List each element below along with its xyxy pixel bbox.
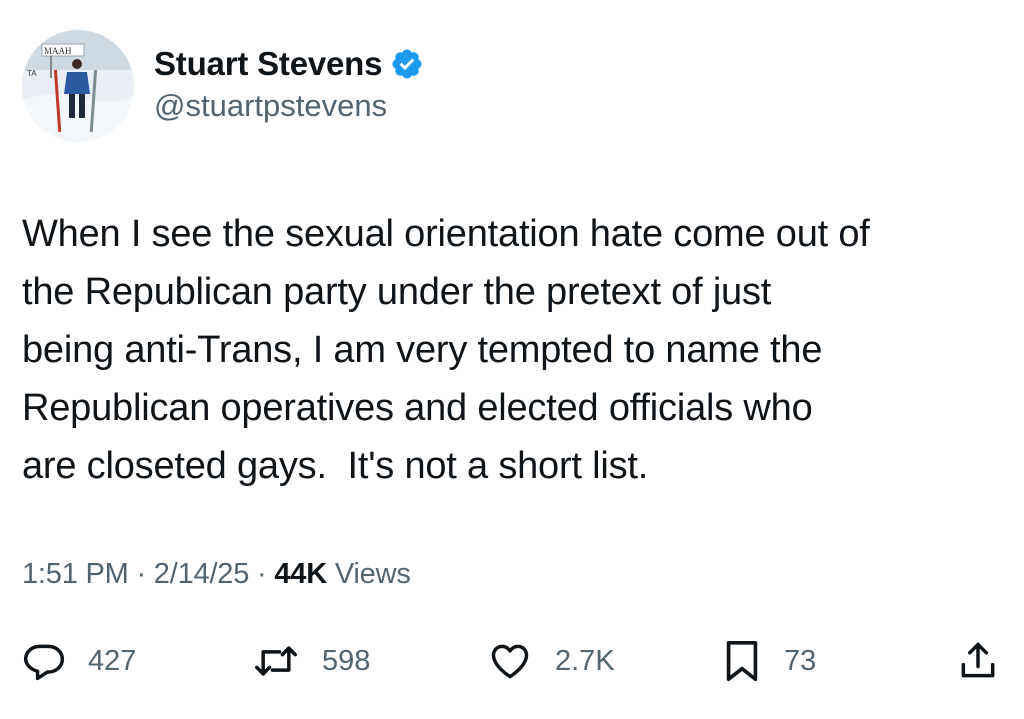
bookmark-icon <box>722 638 762 684</box>
tweet-header: MAAH TA Stuart Stevens @stuartpstevens <box>22 30 422 142</box>
avatar[interactable]: MAAH TA <box>22 30 134 142</box>
author-names: Stuart Stevens @stuartpstevens <box>154 42 424 124</box>
bookmark-button[interactable]: 73 <box>722 636 816 686</box>
like-count: 2.7K <box>555 644 615 677</box>
bookmark-count: 73 <box>784 644 817 677</box>
meta-separator: · <box>257 558 267 590</box>
views-label: Views <box>334 558 411 590</box>
repost-button[interactable]: 598 <box>252 636 370 686</box>
share-icon <box>956 639 1000 683</box>
like-icon <box>487 639 533 683</box>
name-row: Stuart Stevens <box>154 42 424 86</box>
reply-count: 427 <box>88 644 137 677</box>
tweet-time[interactable]: 1:51 PM <box>22 558 129 590</box>
reply-icon <box>22 639 66 683</box>
display-name[interactable]: Stuart Stevens <box>154 45 382 83</box>
avatar-sign-text-2: TA <box>27 69 37 78</box>
tweet-text: When I see the sexual orientation hate c… <box>22 213 870 487</box>
action-bar: 427 598 2.7K 73 <box>22 636 1002 686</box>
repost-count: 598 <box>322 644 371 677</box>
repost-icon <box>252 639 300 683</box>
reply-button[interactable]: 427 <box>22 636 136 686</box>
verified-badge-icon <box>390 47 424 81</box>
tweet: MAAH TA Stuart Stevens @stuartpstevens W… <box>0 0 1024 719</box>
like-button[interactable]: 2.7K <box>487 636 615 686</box>
avatar-sign-text: MAAH <box>44 46 72 56</box>
tweet-meta: 1:51 PM · 2/14/25 · 44K Views <box>22 558 411 591</box>
author-handle[interactable]: @stuartpstevens <box>154 88 424 124</box>
share-button[interactable] <box>956 636 1000 686</box>
views-count: 44K <box>274 558 327 590</box>
tweet-date[interactable]: 2/14/25 <box>154 558 250 590</box>
meta-separator: · <box>136 558 146 590</box>
avatar-photo: MAAH TA <box>22 30 134 142</box>
